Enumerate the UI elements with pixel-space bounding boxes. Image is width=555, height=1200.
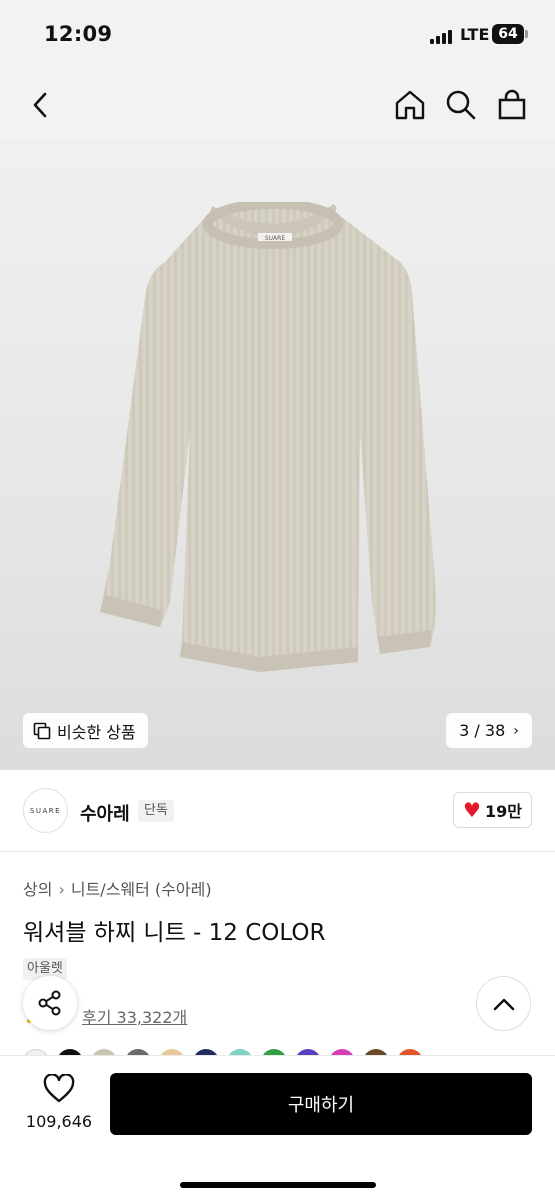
bottom-action-bar: 109,646 구매하기 (0, 1055, 555, 1200)
breadcrumb-item[interactable]: 상의 (23, 880, 52, 899)
share-button[interactable] (23, 976, 77, 1030)
top-navigation (0, 70, 555, 140)
sweater-product-image: SUARE (100, 202, 436, 672)
like-count: 19만 (484, 802, 522, 821)
image-counter[interactable]: 3 / 38 › (446, 713, 532, 748)
breadcrumb: 상의 › 니트/스웨터 (수아레) (23, 876, 212, 900)
network-label: LTE (460, 25, 490, 44)
image-counter-text: 3 / 38 (459, 721, 506, 740)
chevron-right-icon: › (513, 722, 519, 739)
heart-icon: ♥ (463, 798, 481, 822)
share-icon (38, 990, 61, 1016)
copy-icon (33, 722, 51, 739)
shopping-bag-icon[interactable] (495, 88, 529, 122)
sweater-label-text: SUARE (265, 235, 285, 242)
buy-button[interactable]: 구매하기 (110, 1073, 532, 1135)
home-indicator (180, 1182, 376, 1188)
exclusive-badge: 단독 (138, 800, 174, 822)
brand-name[interactable]: 수아레 (80, 800, 130, 826)
review-link[interactable]: 후기 33,322개 (82, 1004, 187, 1028)
search-icon[interactable] (444, 88, 478, 122)
brand-logo[interactable]: SUARE (23, 788, 68, 833)
signal-icon (430, 28, 454, 44)
status-time: 12:09 (44, 22, 113, 46)
battery-icon: 64 (492, 24, 524, 44)
similar-products-label: 비슷한 상품 (57, 722, 136, 742)
brand-like-button[interactable]: ♥ 19만 (453, 792, 532, 828)
brand-section: SUARE 수아레 단독 ♥ 19만 (0, 770, 555, 852)
home-icon[interactable] (393, 88, 427, 122)
back-arrow-icon[interactable] (24, 88, 58, 122)
battery-tip (525, 30, 528, 38)
chevron-up-icon (493, 998, 514, 1010)
scroll-to-top-button[interactable] (476, 976, 531, 1031)
product-title: 워셔블 하찌 니트 - 12 COLOR (23, 920, 326, 946)
product-image-carousel[interactable]: SUARE 비슷한 상품 3 / 38 › (0, 140, 555, 770)
similar-products-button[interactable]: 비슷한 상품 (23, 713, 148, 748)
breadcrumb-item[interactable]: 니트/스웨터 (수아레) (71, 880, 212, 899)
heart-outline-icon (43, 1073, 75, 1103)
wishlist-count: 109,646 (25, 1112, 93, 1131)
breadcrumb-separator-icon: › (58, 880, 65, 899)
wishlist-button[interactable]: 109,646 (20, 1073, 98, 1131)
status-bar: 12:09 LTE 64 (0, 0, 555, 70)
